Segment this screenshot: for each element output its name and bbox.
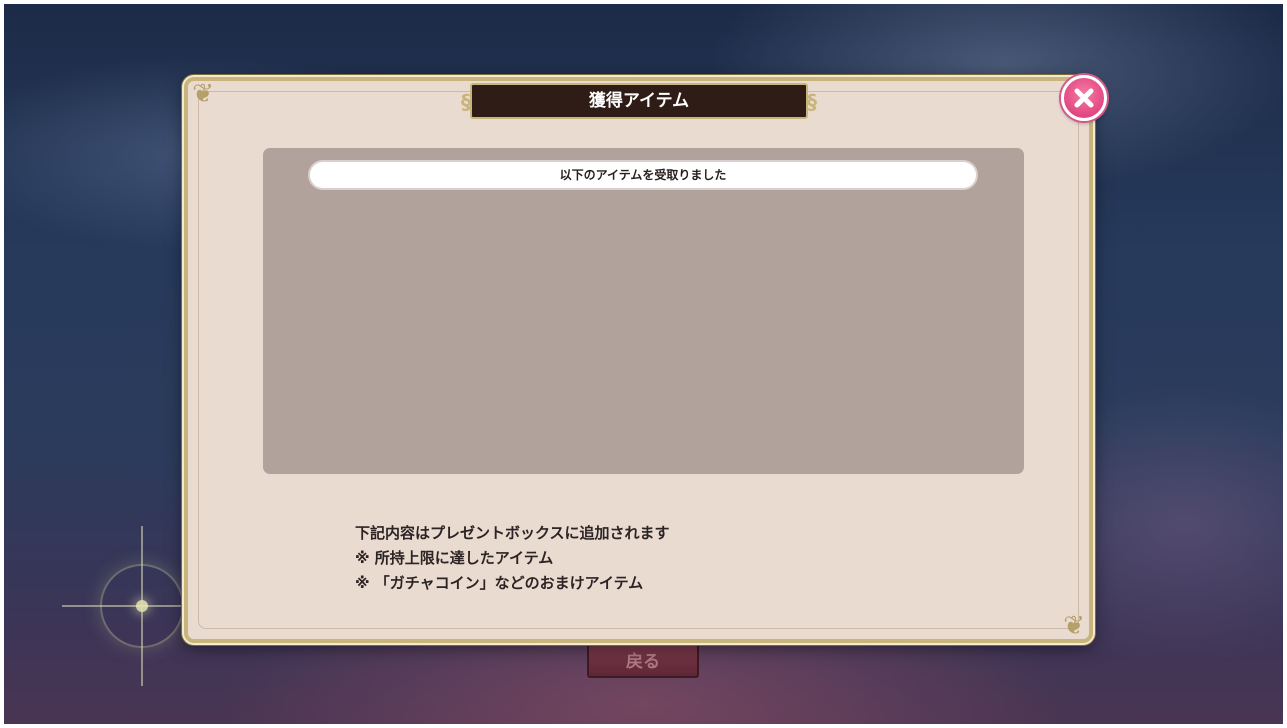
note-line: ※ 「ガチャコイン」などのおまけアイテム (355, 574, 644, 592)
sparkle-decoration (62, 526, 222, 686)
corner-ornament-icon: ❦ (192, 79, 214, 109)
corner-ornament-icon: ❦ (1063, 611, 1085, 641)
title-ornament-icon: § (461, 90, 471, 114)
sparkle-core (136, 600, 148, 612)
back-button: 戻る (587, 644, 699, 678)
close-button[interactable] (1061, 75, 1107, 121)
received-items-panel: 以下のアイテムを受取りました (263, 148, 1024, 474)
title-ornament-icon: § (807, 90, 817, 114)
note-line: ※ 所持上限に達したアイテム (355, 549, 554, 567)
close-icon (1074, 88, 1094, 108)
notes-block: 下記内容はプレゼントボックスに追加されます ※ 所持上限に達したアイテム ※ 「… (355, 521, 955, 596)
dialog-title-bar: § 獲得アイテム § (461, 83, 817, 119)
note-line: 下記内容はプレゼントボックスに追加されます (355, 524, 670, 542)
dialog-title: 獲得アイテム (588, 91, 690, 111)
game-background: 戻る ❦ ❦ § 獲得アイテム § 以下のアイテムを受取りました 下記内容はプレ… (4, 4, 1283, 724)
panel-header: 以下のアイテムを受取りました (310, 162, 976, 188)
acquired-items-dialog: ❦ ❦ § 獲得アイテム § 以下のアイテムを受取りました 下記内容はプレゼント… (184, 75, 1107, 643)
